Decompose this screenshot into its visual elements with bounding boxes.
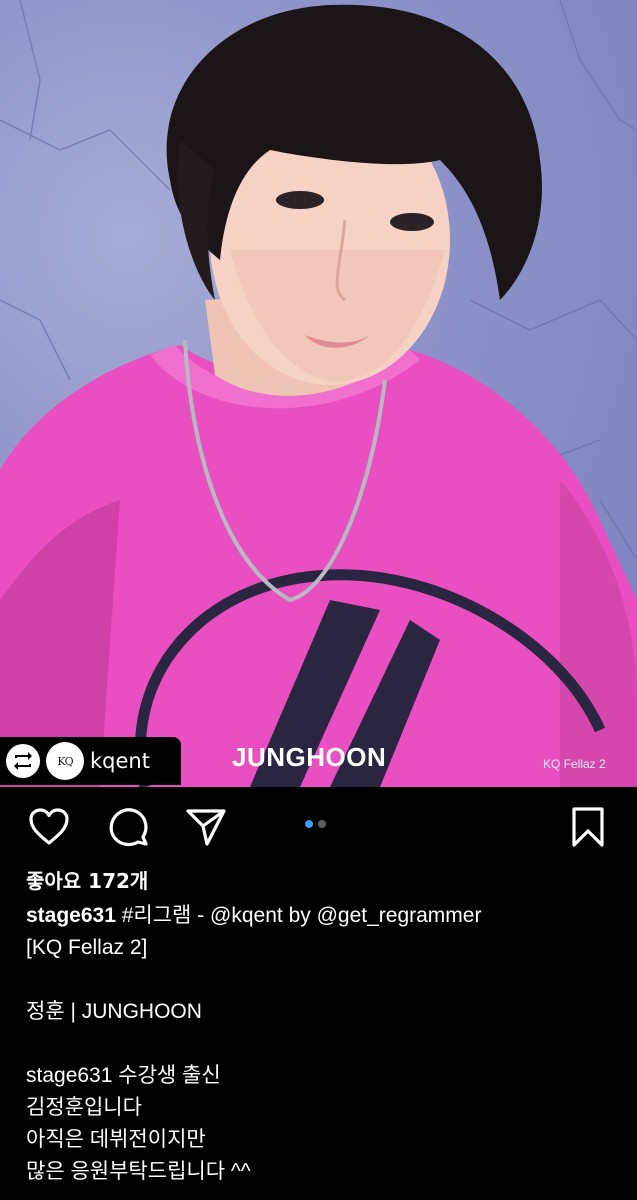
bookmark-icon (572, 807, 604, 847)
comment-icon (109, 808, 148, 847)
carousel-dot (318, 820, 326, 828)
carousel-dot-active (305, 820, 313, 828)
save-button[interactable] (566, 805, 610, 849)
repost-username[interactable]: kqent (90, 749, 150, 773)
share-icon (186, 809, 226, 846)
caption-username[interactable]: stage631 (26, 904, 116, 927)
like-button[interactable] (27, 805, 71, 849)
photo-credit-text: KQ Fellaz 2 (543, 757, 606, 771)
caption-line: 김정훈입니다 (26, 1096, 142, 1119)
caption-first-line-rest: #리그램 - @kqent by @get_regrammer (115, 904, 482, 927)
likes-count[interactable]: 좋아요 172개 (26, 866, 616, 896)
caption-line: [KQ Fellaz 2] (26, 936, 148, 959)
share-button[interactable] (184, 805, 228, 849)
caption-line: 아직은 데뷔전이지만 (26, 1128, 206, 1151)
caption-line: stage631 수강생 출신 (26, 1064, 221, 1087)
kq-logo-avatar[interactable]: KQ (46, 742, 84, 780)
comment-button[interactable] (106, 805, 150, 849)
caption-line: 정훈 | JUNGHOON (26, 1000, 202, 1023)
post-photo[interactable]: KQ kqent JUNGHOON KQ Fellaz 2 (0, 0, 637, 787)
repost-icon (6, 744, 40, 778)
person-figure (0, 4, 637, 787)
heart-icon (29, 808, 69, 845)
photo-name-caption: JUNGHOON (232, 742, 387, 772)
carousel-indicator (305, 820, 326, 828)
caption-line: 많은 응원부탁드립니다 ^^ (26, 1160, 251, 1183)
repost-badge[interactable]: KQ kqent (0, 737, 181, 785)
post-caption: 좋아요 172개 stage631 #리그램 - @kqent by @get_… (26, 866, 616, 1188)
caption-first-line: stage631 #리그램 - @kqent by @get_regrammer (26, 900, 616, 932)
caption-text: stage631 #리그램 - @kqent by @get_regrammer… (26, 900, 616, 1188)
